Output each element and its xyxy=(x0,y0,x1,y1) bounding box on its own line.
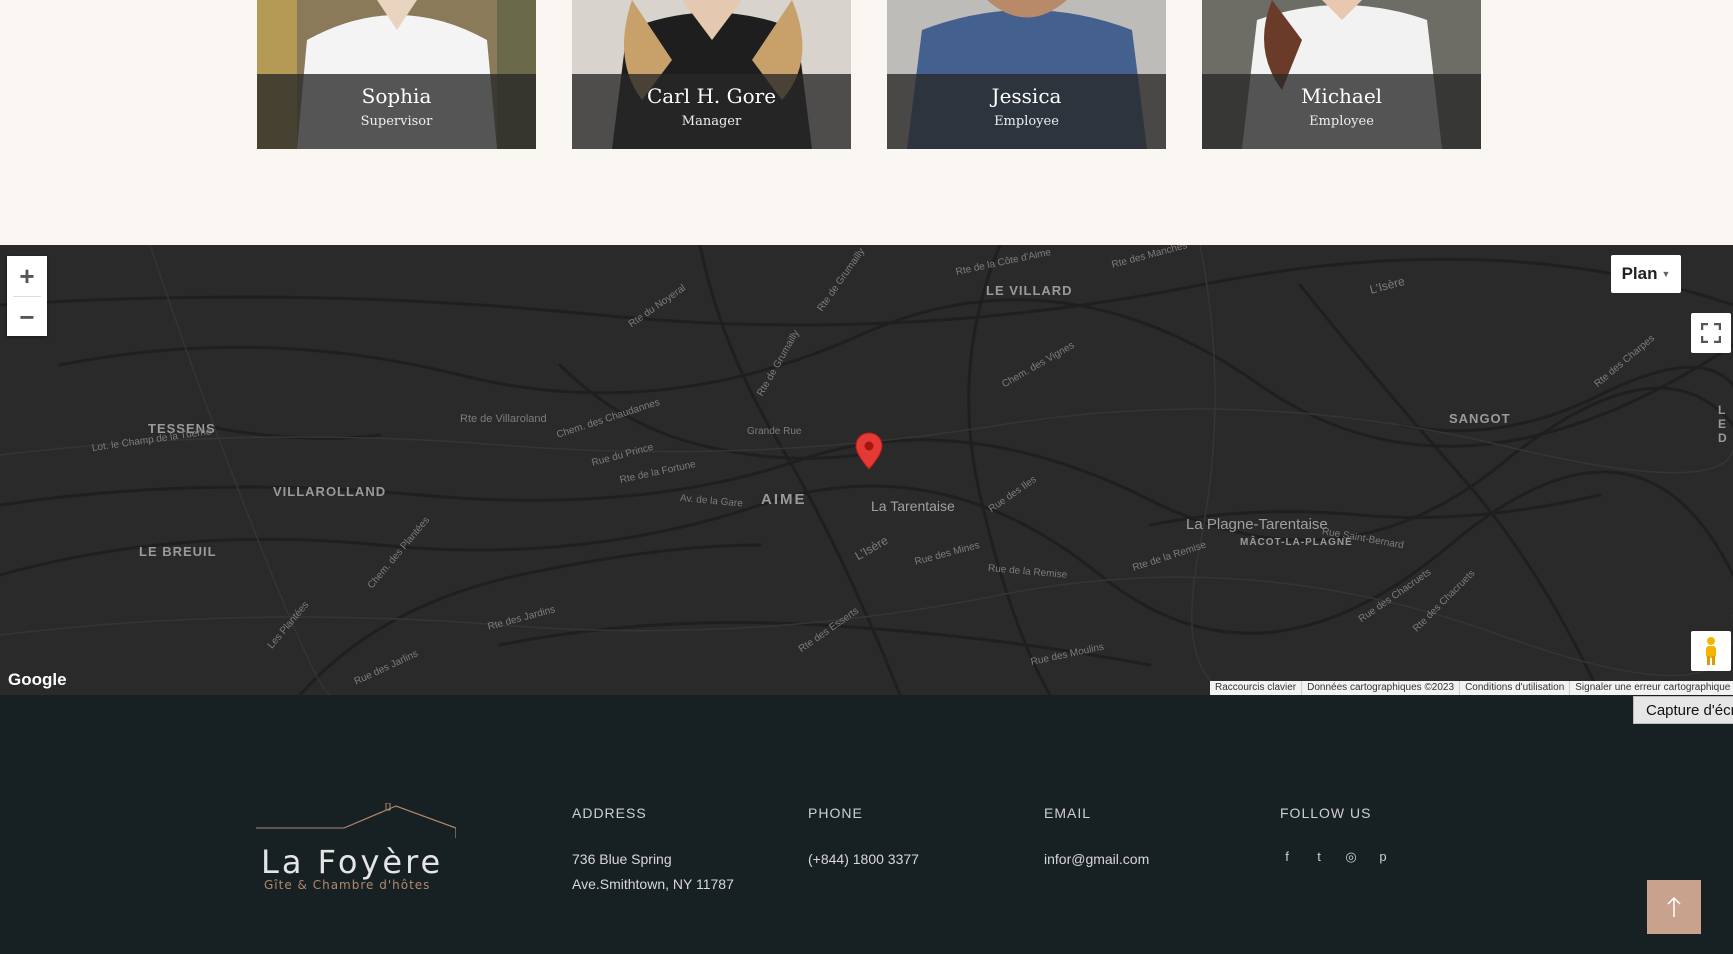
screenshot-capture-button[interactable]: Capture d'écr xyxy=(1633,696,1733,724)
map-place-label: La Plagne-Tarentaise xyxy=(1186,516,1328,533)
team-card-jessica[interactable]: Jessica Employee xyxy=(887,0,1166,149)
site-logo[interactable]: La Foyère Gîte & Chambre d'hôtes xyxy=(256,803,456,895)
zoom-in-button[interactable]: + xyxy=(7,256,47,296)
team-member-role: Supervisor xyxy=(360,114,433,129)
footer-phone: PHONE (+844) 1800 3377 xyxy=(808,805,919,872)
follow-heading: FOLLOW US xyxy=(1280,805,1372,821)
terms-link[interactable]: Conditions d'utilisation xyxy=(1459,681,1569,695)
footer: La Foyère Gîte & Chambre d'hôtes ADDRESS… xyxy=(0,695,1733,954)
pegman-icon xyxy=(1706,637,1716,665)
social-links: f t ◎ p xyxy=(1280,849,1390,865)
team-card-caption: Michael Employee xyxy=(1202,74,1481,149)
team-member-role: Employee xyxy=(994,114,1059,129)
team-card-carl[interactable]: Carl H. Gore Manager xyxy=(572,0,851,149)
map-attribution: Raccourcis clavier Données cartographiqu… xyxy=(1210,681,1733,695)
map-type-label: Plan xyxy=(1621,264,1658,283)
team-card-caption: Sophia Supervisor xyxy=(257,74,536,149)
fullscreen-button[interactable] xyxy=(1691,313,1731,353)
phone-number[interactable]: (+844) 1800 3377 xyxy=(808,847,919,872)
map-place-label: LE BREUIL xyxy=(139,544,217,559)
team-card-caption: Carl H. Gore Manager xyxy=(572,74,851,149)
map-zoom-control: + − xyxy=(7,256,47,336)
phone-heading: PHONE xyxy=(808,805,863,821)
map-place-label: LE VILLARD xyxy=(986,283,1073,298)
team-card-caption: Jessica Employee xyxy=(887,74,1166,149)
caret-down-icon: ▼ xyxy=(1661,269,1671,279)
twitter-icon[interactable]: t xyxy=(1312,849,1326,865)
team-card-michael[interactable]: Michael Employee xyxy=(1202,0,1481,149)
map-place-label: La Tarentaise xyxy=(871,498,955,514)
map-place-label: AIME xyxy=(761,491,807,508)
footer-social: FOLLOW US f t ◎ p xyxy=(1280,805,1390,865)
email-heading: EMAIL xyxy=(1044,805,1092,821)
keyboard-shortcuts-link[interactable]: Raccourcis clavier xyxy=(1210,681,1301,695)
map-pin-icon[interactable] xyxy=(855,432,883,470)
map-data-text: Données cartographiques ©2023 xyxy=(1301,681,1459,695)
pinterest-icon[interactable]: p xyxy=(1376,849,1390,865)
address-line: Ave.Smithtown, NY 11787 xyxy=(572,876,734,892)
google-logo: Google xyxy=(8,670,67,689)
arrow-up-icon xyxy=(1667,896,1681,917)
map-place-label: VILLAROLLAND xyxy=(273,484,387,499)
footer-address: ADDRESS 736 Blue Spring Ave.Smithtown, N… xyxy=(572,805,734,897)
fullscreen-icon xyxy=(1701,323,1721,343)
scroll-to-top-button[interactable] xyxy=(1647,880,1701,934)
team-member-name: Sophia xyxy=(361,84,432,108)
address-text: 736 Blue Spring Ave.Smithtown, NY 11787 xyxy=(572,847,734,897)
instagram-icon[interactable]: ◎ xyxy=(1344,849,1358,865)
address-heading: ADDRESS xyxy=(572,805,647,821)
map-type-button[interactable]: Plan ▼ xyxy=(1611,255,1681,293)
team-member-name: Jessica xyxy=(991,84,1062,108)
team-section: Sophia Supervisor Carl H. Gore Manager J… xyxy=(0,0,1733,245)
address-line: 736 Blue Spring xyxy=(572,851,672,867)
logo-subtitle: Gîte & Chambre d'hôtes xyxy=(264,878,430,892)
footer-email: EMAIL infor@gmail.com xyxy=(1044,805,1149,872)
team-member-role: Employee xyxy=(1309,114,1374,129)
team-member-name: Michael xyxy=(1300,84,1383,108)
map-roads xyxy=(0,245,1733,695)
map-place-label: LE D xyxy=(1718,403,1728,445)
map-road-label: Rte de Villaroland xyxy=(460,413,547,425)
facebook-icon[interactable]: f xyxy=(1280,849,1294,865)
google-map[interactable]: LE VILLARD TESSENS VILLAROLLAND LE BREUI… xyxy=(0,245,1733,695)
street-view-button[interactable] xyxy=(1691,631,1731,671)
zoom-out-button[interactable]: − xyxy=(7,297,47,337)
logo-title: La Foyère xyxy=(261,843,443,881)
team-card-sophia[interactable]: Sophia Supervisor xyxy=(257,0,536,149)
team-member-name: Carl H. Gore xyxy=(646,84,777,108)
map-road-label: Grande Rue xyxy=(747,426,802,437)
map-place-label: SANGOT xyxy=(1449,411,1511,426)
report-error-link[interactable]: Signaler une erreur cartographique xyxy=(1569,681,1733,695)
email-link[interactable]: infor@gmail.com xyxy=(1044,847,1149,872)
team-member-role: Manager xyxy=(681,114,742,129)
